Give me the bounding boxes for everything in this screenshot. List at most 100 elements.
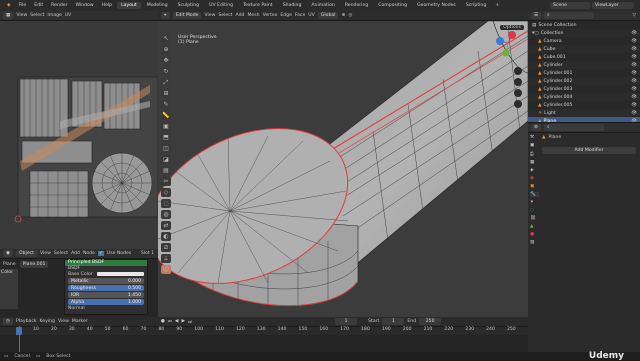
outliner-search-input[interactable]: ⌕ [544, 12, 595, 19]
viewport-canvas[interactable] [158, 11, 528, 317]
loop-cut-tool-icon[interactable]: ▤ [161, 166, 171, 175]
uv-layout-canvas[interactable] [0, 21, 158, 249]
outliner-row-cylinder-001[interactable]: ▲ Cylinder.001 👁 [528, 69, 640, 77]
outliner-row-cube-001[interactable]: ▲ Cube.001 👁 [528, 53, 640, 61]
outliner-filter-icon[interactable]: ▽ [632, 13, 636, 18]
scene-tab-icon[interactable]: ◈ [530, 168, 539, 173]
knife-tool-icon[interactable]: ✂ [161, 177, 171, 186]
shrink-fatten-tool-icon[interactable]: ◐ [161, 232, 171, 241]
view-layer-selector[interactable]: ViewLayer [592, 2, 634, 9]
timeline-menu-keying[interactable]: Keying [40, 319, 55, 324]
shader-menu-node[interactable]: Node [83, 251, 95, 256]
end-frame-field[interactable]: 250 [419, 318, 442, 325]
extrude-tool-icon[interactable]: ⬒ [161, 133, 171, 142]
snap-icon[interactable]: ⊕ [341, 13, 345, 18]
slot-selector[interactable]: Slot 1 [141, 251, 154, 256]
rip-tool-icon[interactable]: ⟂ [161, 254, 171, 263]
shader-menu-add[interactable]: Add [71, 251, 80, 256]
workspace-tab-animation[interactable]: Animation [307, 2, 338, 9]
scene-selector[interactable]: Scene [550, 2, 590, 9]
visibility-eye-icon[interactable]: 👁 [631, 87, 637, 92]
add-modifier-button[interactable]: Add Modifier [542, 147, 636, 154]
vp-menu-add[interactable]: Add [236, 13, 245, 18]
object-tab-icon[interactable]: ▣ [530, 184, 539, 189]
menu-window[interactable]: Window [73, 3, 97, 8]
vp-menu-face[interactable]: Face [295, 13, 305, 18]
ior-field[interactable]: IOR 1.450 [68, 292, 144, 298]
rotate-tool-icon[interactable]: ↻ [161, 67, 171, 76]
3d-viewport[interactable]: ⌖ Edit Mode View Select Add Mesh Vertex … [158, 11, 528, 317]
menu-render[interactable]: Render [48, 3, 70, 8]
shear-tool-icon[interactable]: ⧄ [161, 243, 171, 252]
menu-help[interactable]: Help [99, 3, 115, 8]
metallic-field[interactable]: Metallic 0.000 [68, 278, 144, 284]
timeline-menu-view[interactable]: View [58, 319, 69, 324]
vp-menu-view[interactable]: View [204, 13, 215, 18]
outliner-row-cylinder-002[interactable]: ▲ Cylinder.002 👁 [528, 77, 640, 85]
material-tab-icon[interactable]: ● [530, 232, 539, 237]
outliner-row-cylinder-005[interactable]: ▲ Cylinder.005 👁 [528, 101, 640, 109]
texture-tab-icon[interactable]: ▨ [530, 240, 539, 245]
use-nodes-checkbox[interactable]: ✓ [97, 251, 104, 256]
uv-menu-uv[interactable]: UV [65, 13, 72, 18]
view-layer-tab-icon[interactable]: ▦ [530, 160, 539, 165]
output-tab-icon[interactable]: ⎙ [530, 151, 539, 157]
playhead[interactable] [16, 327, 22, 335]
workspace-tab-geometry-nodes[interactable]: Geometry Nodes [413, 2, 460, 9]
properties-search-input[interactable]: ⌕ [544, 124, 605, 131]
timeline-ruler[interactable]: 0 10 20 30 40 50 60 70 80 90 100 110 120… [0, 327, 528, 335]
spin-tool-icon[interactable]: ◌ [161, 199, 171, 208]
shader-editor-type-icon[interactable]: ◉ [3, 250, 14, 257]
current-frame-field[interactable]: 1 [335, 318, 358, 325]
play-reverse-icon[interactable]: ◀ [175, 319, 179, 324]
inset-tool-icon[interactable]: ◫ [161, 144, 171, 153]
visibility-eye-icon[interactable]: 👁 [631, 71, 637, 76]
roughness-field[interactable]: Roughness 0.500 [68, 285, 144, 291]
timeline-menu-playback[interactable]: Playback [16, 319, 37, 324]
outliner-row-cube[interactable]: ▲ Cube 👁 [528, 45, 640, 53]
uv-menu-image[interactable]: Image [47, 13, 61, 18]
play-icon[interactable]: ▶ [181, 319, 185, 324]
outliner-row-light[interactable]: ☀ Light 👁 [528, 109, 640, 117]
pan-icon[interactable] [514, 78, 522, 86]
smooth-tool-icon[interactable]: ◍ [161, 210, 171, 219]
annotate-tool-icon[interactable]: ✎ [161, 100, 171, 109]
timeline-type-icon[interactable]: ◷ [3, 318, 14, 325]
timeline-track-area[interactable] [0, 335, 528, 352]
jump-end-icon[interactable]: ⏭ [188, 319, 192, 325]
move-tool-icon[interactable]: ✥ [161, 56, 171, 65]
alpha-field[interactable]: Alpha 1.000 [68, 299, 144, 305]
menu-edit[interactable]: Edit [31, 3, 46, 8]
menu-file[interactable]: File [16, 3, 30, 8]
outliner-row-cylinder-003[interactable]: ▲ Cylinder.003 👁 [528, 85, 640, 93]
ortho-toggle-icon[interactable] [514, 100, 522, 108]
physics-tab-icon[interactable]: ◌ [530, 208, 539, 213]
principled-bsdf-node[interactable]: Principled BSDF BSDF Base Color Metallic… [64, 259, 148, 315]
constraints-tab-icon[interactable]: ⛓ [530, 216, 539, 221]
visibility-eye-icon[interactable]: 👁 [631, 55, 637, 60]
transform-tool-icon[interactable]: ⊞ [161, 89, 171, 98]
workspace-tab-rendering[interactable]: Rendering [341, 2, 372, 9]
blender-logo-icon[interactable]: ◆ [4, 3, 14, 8]
properties-type-icon[interactable]: ⚙ [531, 124, 542, 131]
outliner-row-cylinder-004[interactable]: ▲ Cylinder.004 👁 [528, 93, 640, 101]
scene-collection-row[interactable]: ▤ Scene Collection [528, 21, 640, 29]
editor-type-icon[interactable]: ▦ [3, 12, 14, 19]
base-color-swatch[interactable] [96, 272, 144, 276]
workspace-tab-uv-editing[interactable]: UV Editing [205, 2, 237, 9]
outliner-row-camera[interactable]: ▲ Camera 👁 [528, 37, 640, 45]
shader-object-selector[interactable]: Object [16, 250, 37, 257]
world-tab-icon[interactable]: ◉ [530, 176, 539, 181]
node-frame-left[interactable]: Color [0, 269, 18, 309]
poly-build-tool-icon[interactable]: ◇ [161, 188, 171, 197]
add-cube-tool-icon[interactable]: ▣ [161, 122, 171, 131]
particles-tab-icon[interactable]: ✶ [530, 200, 539, 205]
timeline-menu-marker[interactable]: Marker [72, 319, 88, 324]
select-box-tool-icon[interactable]: ↖ [161, 34, 171, 43]
workspace-tab-shading[interactable]: Shading [279, 2, 306, 9]
shader-menu-select[interactable]: Select [54, 251, 68, 256]
zoom-icon[interactable] [514, 67, 522, 75]
workspace-tab-texture-paint[interactable]: Texture Paint [239, 2, 277, 9]
measure-tool-icon[interactable]: 📏 [161, 111, 171, 120]
shader-menu-view[interactable]: View [40, 251, 51, 256]
